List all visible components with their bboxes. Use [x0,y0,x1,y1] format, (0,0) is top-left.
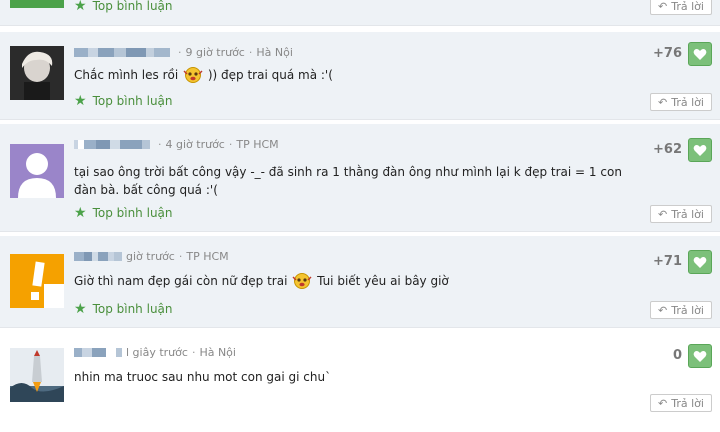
reply-button[interactable]: ↶ Trả lời [650,93,712,111]
emoticon-icon [291,272,313,290]
like-button[interactable] [688,344,712,368]
like-button[interactable] [688,42,712,66]
comment-score: +76 [653,46,682,61]
reply-button[interactable]: ↶ Trả lời [650,301,712,319]
comment-meta: · 4 giờ trước · TP HCM [74,138,279,151]
avatar[interactable] [10,144,64,198]
username-blurred[interactable] [74,348,122,357]
reply-icon: ↶ [658,0,668,13]
avatar [10,0,64,8]
comment-time: 9 giờ trước [185,46,245,59]
heart-icon [693,256,707,268]
star-icon: ★ [74,0,87,14]
comment-item: l giây trước · Hà Nội nhin ma truoc sau … [0,332,720,432]
reply-icon: ↶ [658,303,668,317]
comment-text: nhin ma truoc sau nhu mot con gai gi chu… [74,370,332,384]
heart-icon [693,350,707,362]
comment-item: giờ trước · TP HCM Giờ thì nam đẹp gái c… [0,236,720,328]
username-blurred[interactable] [74,252,122,261]
comment-location: TP HCM [236,138,279,151]
star-icon: ★ [74,93,87,109]
comment-score: 0 [672,348,682,363]
reply-button[interactable]: ↶ Trả lời [650,394,712,412]
comment-text: tại sao ông trời bất công vậy -_- đã sin… [74,165,622,197]
comment-item: · 9 giờ trước · Hà Nội Chắc mình les rồi… [0,32,720,120]
like-button[interactable] [688,250,712,274]
comment-location: TP HCM [186,250,229,263]
comment-meta: l giây trước · Hà Nội [74,346,236,359]
reply-button[interactable]: ↶ Trả lời [650,0,712,15]
top-comments-link[interactable]: ★ Top bình luận [74,0,173,14]
comment-item: ★ Top bình luận ↶ Trả lời [0,0,720,26]
star-icon: ★ [74,301,87,317]
heart-icon [693,144,707,156]
comment-score: +62 [653,142,682,157]
reply-icon: ↶ [658,396,668,410]
top-comments-link[interactable]: ★ Top bình luận [74,301,173,317]
comment-location: Hà Nội [256,46,293,59]
username-blurred[interactable] [74,48,170,57]
comment-item: · 4 giờ trước · TP HCM tại sao ông trời … [0,124,720,232]
like-button[interactable] [688,138,712,162]
username-blurred[interactable] [74,140,150,149]
avatar[interactable] [10,46,64,100]
comment-time: 4 giờ trước [165,138,225,151]
comment-meta: · 9 giờ trước · Hà Nội [74,46,293,59]
reply-button[interactable]: ↶ Trả lời [650,205,712,223]
comment-time: l giây trước [126,346,188,359]
comment-meta: giờ trước · TP HCM [74,250,229,263]
comment-text: Giờ thì nam đẹp gái còn nữ đẹp trai Tui … [74,272,449,290]
emoticon-icon [182,66,204,84]
comment-time: giờ trước [126,250,175,263]
comment-location: Hà Nội [199,346,236,359]
top-comments-link[interactable]: ★ Top bình luận [74,205,173,221]
avatar[interactable] [10,348,64,402]
reply-icon: ↶ [658,95,668,109]
comment-text: Chắc mình les rồi )) đẹp trai quá mà :'( [74,66,333,84]
heart-icon [693,48,707,60]
avatar[interactable] [10,254,64,308]
top-comments-link[interactable]: ★ Top bình luận [74,93,173,109]
star-icon: ★ [74,205,87,221]
comment-score: +71 [653,254,682,269]
reply-icon: ↶ [658,207,668,221]
